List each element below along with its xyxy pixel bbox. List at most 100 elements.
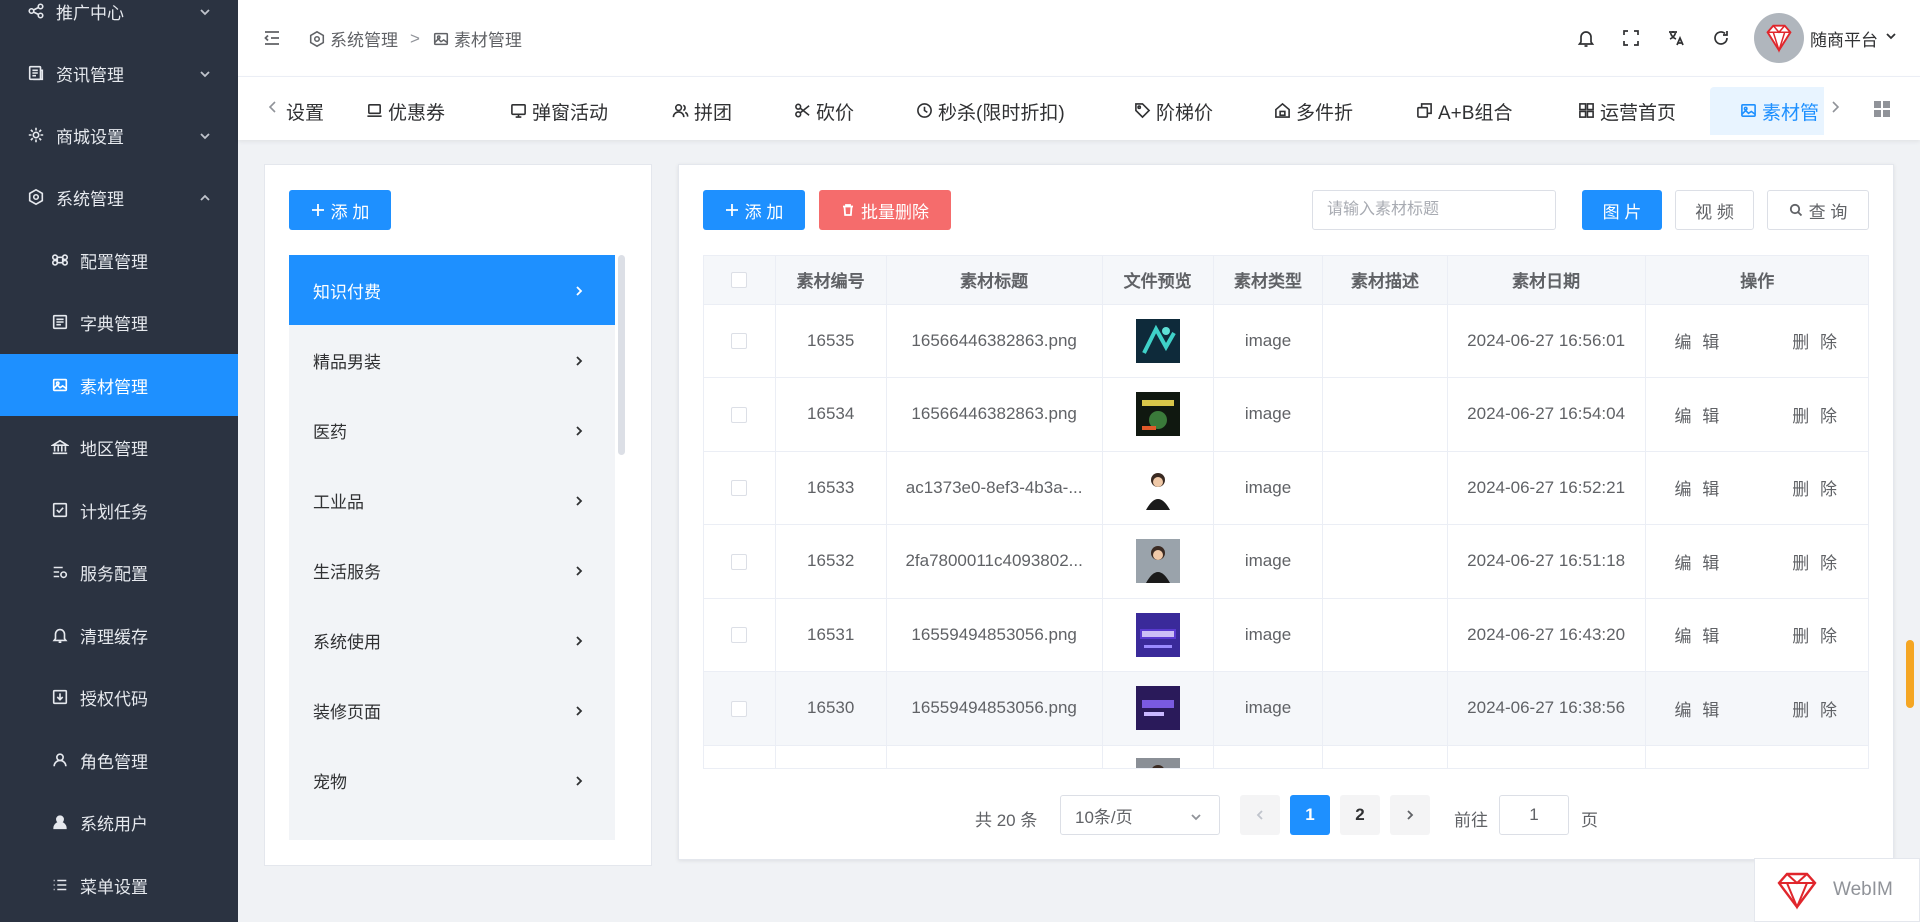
avatar[interactable]	[1754, 13, 1804, 63]
pagination-total: 共 20 条	[975, 811, 1038, 830]
sidebar-item-menu-settings[interactable]: 菜单设置	[0, 854, 238, 916]
cell-desc	[1322, 598, 1448, 672]
thumbnail-image[interactable]	[1135, 612, 1180, 657]
tab-settings[interactable]: 设置	[286, 87, 324, 135]
sidebar-item-dictionary[interactable]: 字典管理	[0, 291, 238, 353]
sidebar-item-schedule[interactable]: 计划任务	[0, 479, 238, 541]
header-tools: 随商平台	[1574, 13, 1898, 63]
tab-combo[interactable]: A+B组合	[1416, 87, 1512, 135]
batch-delete-button[interactable]: 批量删除	[819, 190, 951, 230]
tab-tier-price[interactable]: 阶梯价	[1134, 87, 1213, 135]
edit-link[interactable]: 编 辑	[1675, 627, 1723, 646]
goto-page-input[interactable]	[1499, 795, 1569, 835]
bell-clean-icon	[50, 625, 70, 645]
chevron-right-icon	[573, 563, 585, 577]
filter-image-button[interactable]: 图 片	[1582, 190, 1662, 230]
sidebar-item-news[interactable]: 资讯管理	[0, 42, 238, 104]
delete-link[interactable]: 删 除	[1792, 627, 1840, 646]
bell-icon[interactable]	[1574, 26, 1598, 50]
delete-link[interactable]: 删 除	[1792, 701, 1840, 720]
category-item[interactable]: 装修页面	[289, 675, 615, 745]
search-input[interactable]	[1312, 190, 1556, 230]
category-scrollbar[interactable]	[618, 255, 625, 455]
sidebar-item-system-users[interactable]: 系统用户	[0, 791, 238, 853]
tab-material[interactable]: 素材管	[1710, 87, 1824, 135]
sidebar-item-promotion[interactable]: 推广中心	[0, 0, 238, 42]
breadcrumb-item[interactable]: 素材管理	[454, 26, 522, 51]
sidebar-item-system[interactable]: 系统管理	[0, 166, 238, 228]
sidebar-item-material[interactable]: 素材管理	[0, 354, 238, 416]
sidebar-item-clear-cache[interactable]: 清理缓存	[0, 604, 238, 666]
tab-flash-sale[interactable]: 秒杀(限时折扣)	[916, 87, 1065, 135]
sidebar-item-region[interactable]: 地区管理	[0, 416, 238, 478]
tab-multi-discount[interactable]: 多件折	[1274, 87, 1353, 135]
sidebar-item-config[interactable]: 配置管理	[0, 229, 238, 291]
row-checkbox[interactable]	[731, 406, 748, 423]
delete-link[interactable]: 删 除	[1792, 554, 1840, 573]
edit-link[interactable]: 编 辑	[1675, 407, 1723, 426]
sidebar-item-roles[interactable]: 角色管理	[0, 729, 238, 791]
sidebar-item-label: 系统管理	[56, 189, 124, 209]
page-size-select[interactable]: 10条/页	[1060, 795, 1220, 835]
page-number[interactable]: 2	[1340, 795, 1380, 835]
edit-link[interactable]: 编 辑	[1675, 554, 1723, 573]
page-number[interactable]: 1	[1290, 795, 1330, 835]
row-checkbox[interactable]	[731, 553, 748, 570]
filter-video-button[interactable]: 视 频	[1675, 190, 1754, 230]
sidebar-item-service[interactable]: 服务配置	[0, 541, 238, 603]
sidebar-item-license[interactable]: 授权代码	[0, 666, 238, 728]
row-checkbox[interactable]	[731, 700, 748, 717]
category-item[interactable]: 知识付费	[289, 255, 615, 325]
row-checkbox[interactable]	[731, 480, 748, 497]
tab-operation-home[interactable]: 运营首页	[1578, 87, 1676, 135]
fullscreen-icon[interactable]	[1619, 26, 1643, 50]
prev-page-button[interactable]	[1240, 795, 1280, 835]
translate-icon[interactable]	[1664, 26, 1688, 50]
thumbnail-image[interactable]	[1135, 686, 1180, 731]
category-item[interactable]: 精品男装	[289, 325, 615, 395]
tab-popup[interactable]: 弹窗活动	[510, 87, 608, 135]
query-button[interactable]: 查 询	[1767, 190, 1869, 230]
webim-widget[interactable]: WebIM	[1754, 858, 1920, 922]
plus-icon	[725, 203, 739, 217]
delete-link[interactable]: 删 除	[1792, 333, 1840, 352]
row-checkbox[interactable]	[731, 627, 748, 644]
add-material-button[interactable]: 添 加	[703, 190, 805, 230]
thumbnail-image[interactable]	[1135, 539, 1180, 584]
chevron-right-icon[interactable]	[1828, 99, 1844, 119]
category-item[interactable]: 系统使用	[289, 605, 615, 675]
breadcrumb-item[interactable]: 系统管理	[330, 26, 398, 51]
edit-link[interactable]: 编 辑	[1675, 701, 1723, 720]
tabs-bar: 设置 优惠券 弹窗活动 拼团 砍价 秒杀(限时折扣) 阶梯价 多件折 A+B组合…	[238, 76, 1920, 140]
row-checkbox[interactable]	[731, 333, 748, 350]
category-item[interactable]: 医药	[289, 395, 615, 465]
select-all-checkbox[interactable]	[731, 272, 748, 289]
delete-link[interactable]: 删 除	[1792, 407, 1840, 426]
user-name[interactable]: 随商平台	[1810, 26, 1878, 51]
category-item[interactable]: 工业品	[289, 465, 615, 535]
refresh-icon[interactable]	[1709, 26, 1733, 50]
thumbnail-image[interactable]	[1135, 757, 1180, 768]
page-scrollbar[interactable]	[1906, 640, 1914, 708]
next-page-button[interactable]	[1390, 795, 1430, 835]
thumbnail-image[interactable]	[1135, 318, 1180, 363]
apps-grid-icon[interactable]	[1872, 99, 1892, 119]
collapse-menu-icon[interactable]	[262, 28, 282, 48]
sidebar-item-mall-settings[interactable]: 商城设置	[0, 104, 238, 166]
thumbnail-image[interactable]	[1135, 392, 1180, 437]
edit-link[interactable]: 编 辑	[1675, 480, 1723, 499]
add-category-button[interactable]: 添 加	[289, 190, 391, 230]
tab-bargain[interactable]: 砍价	[794, 87, 854, 135]
category-item[interactable]: 生活服务	[289, 535, 615, 605]
chevron-right-icon	[573, 773, 585, 787]
user-solid-icon	[50, 812, 70, 832]
tab-coupon[interactable]: 优惠券	[366, 87, 445, 135]
category-item[interactable]: 宠物	[289, 745, 615, 815]
edit-link[interactable]: 编 辑	[1675, 333, 1723, 352]
chevron-right-icon	[573, 283, 585, 297]
chevron-down-icon[interactable]	[1884, 28, 1898, 48]
delete-link[interactable]: 删 除	[1792, 480, 1840, 499]
chevron-left-icon[interactable]	[266, 99, 282, 119]
tab-group-buy[interactable]: 拼团	[672, 87, 732, 135]
thumbnail-image[interactable]	[1135, 465, 1180, 510]
